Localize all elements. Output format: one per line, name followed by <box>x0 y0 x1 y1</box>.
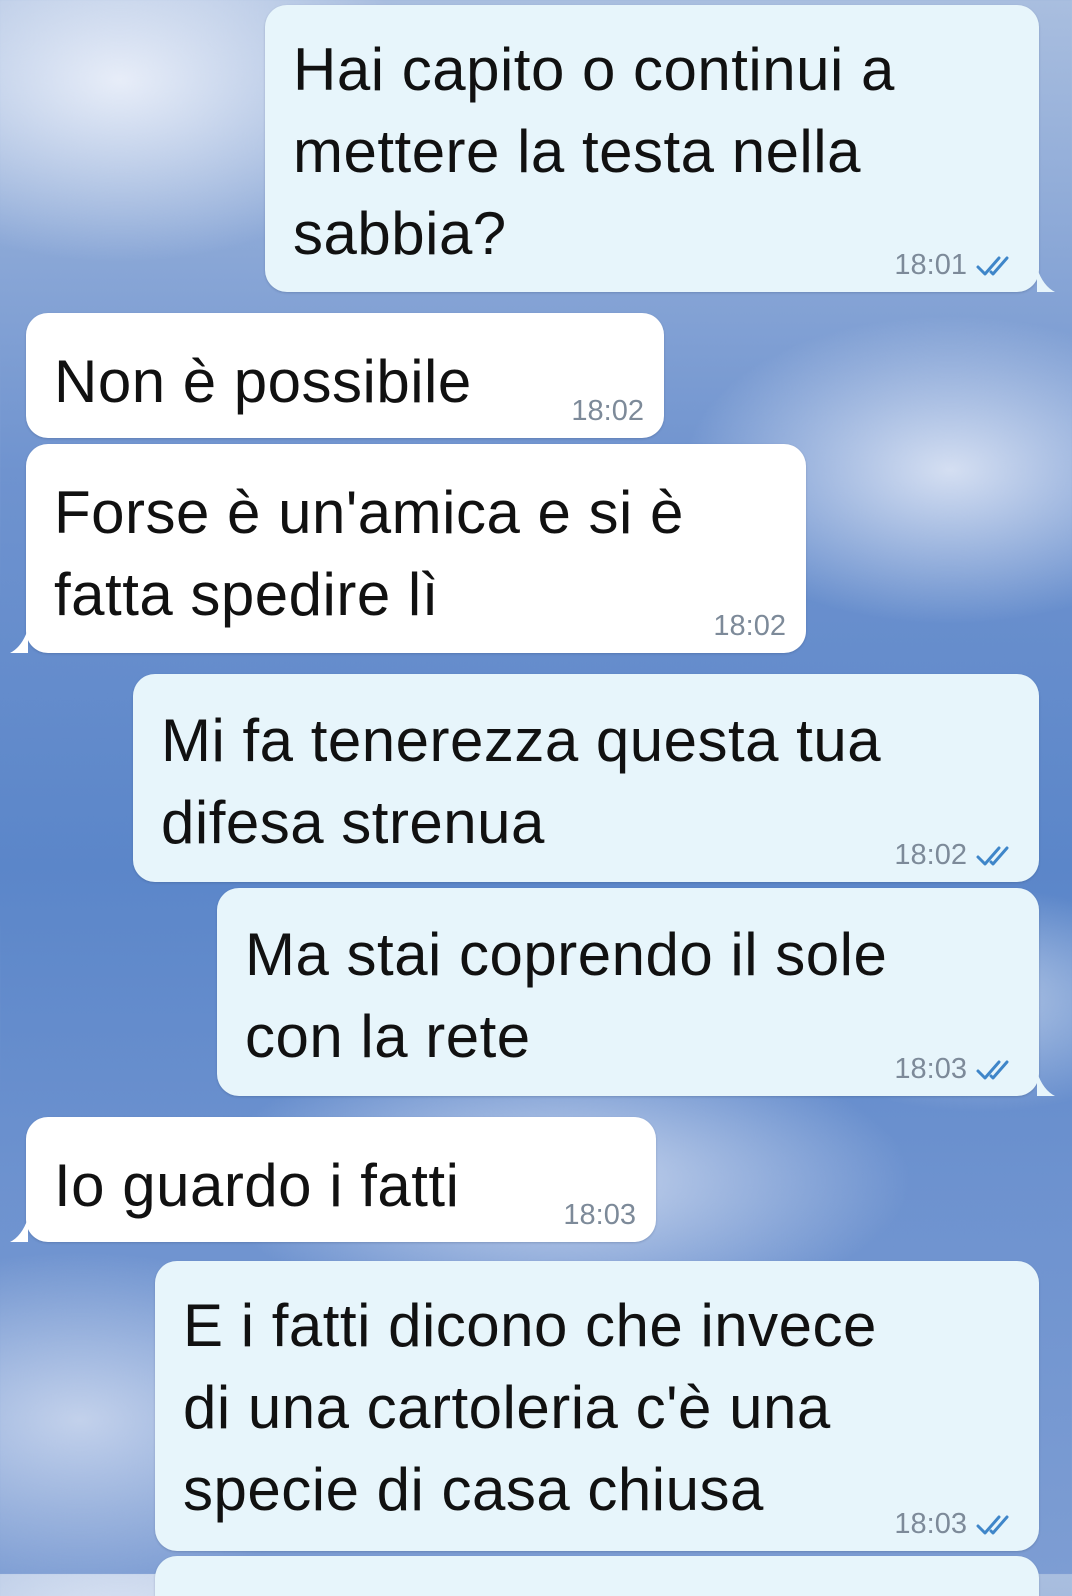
message-text: Non è possibile <box>54 348 472 415</box>
message-bubble-outgoing[interactable]: Ma stai coprendo il sole con la rete 18:… <box>217 888 1055 1096</box>
message-meta: 18:03 <box>563 1199 636 1232</box>
message-meta: 18:02 <box>713 610 786 643</box>
message-bubble-incoming[interactable]: Forse è un'amica e si è fatta spedire lì… <box>10 444 806 653</box>
message-time: 18:02 <box>571 395 644 427</box>
message-meta: 18:02 <box>571 395 644 428</box>
message-time: 18:01 <box>894 249 967 281</box>
message-text: Hai capito o continui a mettere la testa… <box>293 36 895 267</box>
message-bubble-outgoing-partial[interactable] <box>155 1556 1039 1596</box>
double-check-icon <box>976 1060 1009 1079</box>
bubble-tail <box>1037 1072 1055 1096</box>
message-meta: 18:02 <box>894 839 1019 872</box>
message-bubble-incoming[interactable]: Io guardo i fatti 18:03 <box>10 1117 656 1242</box>
bubble-tail <box>10 1218 28 1242</box>
message-meta: 18:03 <box>894 1053 1019 1086</box>
message-time: 18:02 <box>894 839 967 871</box>
double-check-icon <box>976 256 1009 275</box>
bubble-tail <box>10 629 28 653</box>
message-meta: 18:03 <box>894 1508 1019 1541</box>
message-time: 18:03 <box>894 1053 967 1085</box>
bubble-tail <box>1037 268 1055 292</box>
message-text: Mi fa tenerezza questa tua difesa strenu… <box>161 707 882 856</box>
double-check-icon <box>976 846 1009 865</box>
message-bubble-incoming[interactable]: Non è possibile 18:02 <box>26 313 664 438</box>
message-time: 18:02 <box>713 610 786 642</box>
double-check-icon <box>976 1515 1009 1534</box>
message-bubble-outgoing[interactable]: E i fatti dicono che invece di una carto… <box>155 1261 1039 1551</box>
message-time: 18:03 <box>894 1508 967 1540</box>
message-bubble-outgoing[interactable]: Mi fa tenerezza questa tua difesa strenu… <box>133 674 1039 882</box>
message-text: Forse è un'amica e si è fatta spedire lì <box>54 479 684 628</box>
message-text: E i fatti dicono che invece di una carto… <box>183 1292 877 1523</box>
message-time: 18:03 <box>563 1199 636 1231</box>
message-meta: 18:01 <box>894 249 1019 282</box>
message-text: Io guardo i fatti <box>54 1152 460 1219</box>
chat-history[interactable]: Hai capito o continui a mettere la testa… <box>0 0 1072 1596</box>
message-bubble-outgoing[interactable]: Hai capito o continui a mettere la testa… <box>265 5 1055 292</box>
